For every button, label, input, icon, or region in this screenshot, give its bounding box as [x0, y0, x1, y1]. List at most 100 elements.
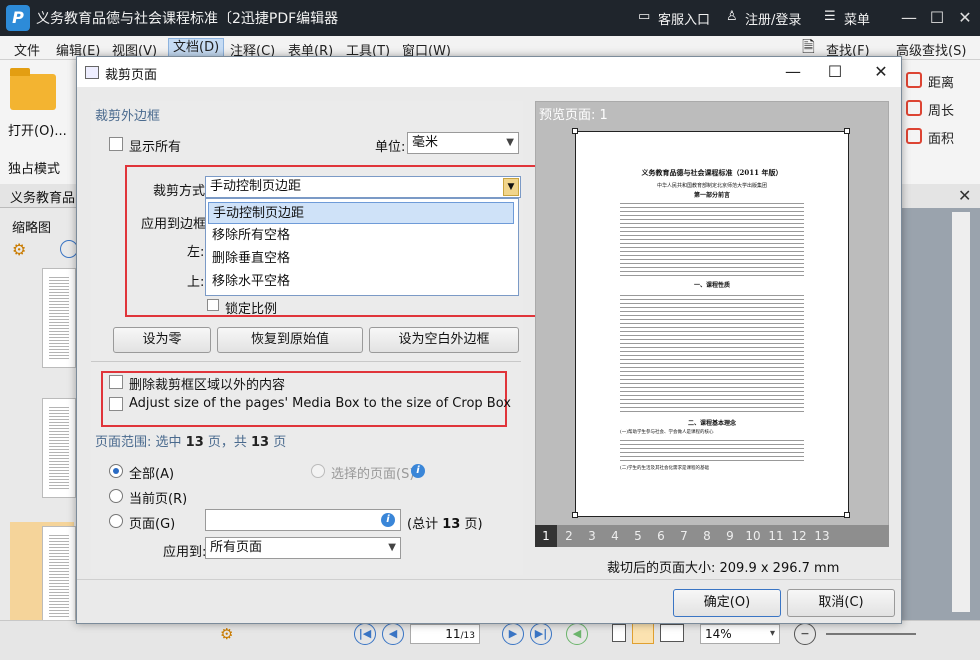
open-folder-icon[interactable] [10, 68, 56, 110]
delete-outside-checkbox[interactable] [109, 375, 123, 389]
adjust-media-box-checkbox[interactable] [109, 397, 123, 411]
all-pages-radio[interactable] [109, 464, 123, 478]
show-all-checkbox[interactable] [109, 137, 123, 151]
page-number-item[interactable]: 3 [581, 525, 603, 547]
maximize-icon[interactable]: ☐ [924, 6, 950, 30]
minimize-icon[interactable]: — [896, 6, 922, 30]
crop-handle[interactable] [844, 512, 850, 518]
menu-icon[interactable]: ☰ [824, 9, 836, 24]
document-tab[interactable]: 义务教育品德 [0, 184, 76, 225]
page-number-item[interactable]: 6 [650, 525, 672, 547]
current-page-radio[interactable] [109, 489, 123, 503]
perimeter-icon[interactable] [906, 100, 922, 116]
option-remove-horizontal-whitespace[interactable]: 移除水平空格 [208, 271, 514, 293]
advanced-find-button[interactable]: 高级查找(S) [896, 40, 966, 59]
lock-ratio-checkbox[interactable] [207, 299, 219, 311]
area-icon[interactable] [906, 128, 922, 144]
two-page-icon[interactable] [660, 624, 684, 642]
info-icon[interactable]: i [411, 464, 425, 478]
zoom-out-icon[interactable]: − [794, 623, 816, 645]
page-number-item[interactable]: 12 [788, 525, 810, 547]
back-icon[interactable]: ◀ [566, 623, 588, 645]
distance-button[interactable]: 距离 [928, 72, 954, 91]
apply-to-border-label: 应用到边框 [141, 217, 207, 232]
unit-select[interactable]: 毫米 ▼ [407, 132, 519, 154]
preview-text-block [620, 200, 804, 276]
dropdown-arrow-icon[interactable]: ▼ [503, 178, 519, 196]
option-remove-all-whitespace[interactable]: 移除所有空格 [208, 225, 514, 247]
preview-text-block [620, 292, 804, 412]
option-remove-vertical-whitespace[interactable]: 删除垂直空格 [208, 248, 514, 270]
zoom-select[interactable]: 14% ▾ [700, 624, 780, 644]
crop-method-select[interactable]: 手动控制页边距 ▼ [205, 176, 521, 198]
crop-margins-heading: 裁剪外边框 [95, 109, 161, 124]
menu-file[interactable]: 文件 [14, 40, 40, 59]
show-all-label: 显示所有 [129, 140, 182, 155]
page-number-item[interactable]: 8 [696, 525, 718, 547]
menu-document[interactable]: 文档(D) [168, 38, 225, 58]
login-button[interactable]: 注册/登录 [745, 9, 801, 28]
settings-icon[interactable]: ⚙ [220, 625, 233, 643]
crop-handle[interactable] [572, 128, 578, 134]
first-page-icon[interactable]: |◀ [354, 623, 376, 645]
restore-original-button[interactable]: 恢复到原始值 [217, 327, 363, 353]
next-page-icon[interactable]: ▶ [502, 623, 524, 645]
vertical-scrollbar[interactable] [952, 212, 970, 612]
user-icon[interactable]: ♙ [726, 9, 738, 24]
pages-input[interactable] [205, 509, 401, 531]
menu-button[interactable]: 菜单 [844, 9, 870, 28]
page-number-item[interactable]: 9 [719, 525, 741, 547]
service-button[interactable]: 客服入口 [658, 9, 710, 28]
pages-info-icon[interactable]: i [381, 513, 395, 527]
page-number-item[interactable]: 10 [742, 525, 764, 547]
apply-to-select[interactable]: 所有页面 ▼ [205, 537, 401, 559]
page-number-item[interactable]: 7 [673, 525, 695, 547]
thumbnail-page[interactable] [42, 268, 76, 368]
last-page-icon[interactable]: ▶| [530, 623, 552, 645]
close-icon[interactable]: ✕ [952, 6, 978, 30]
perimeter-button[interactable]: 周长 [928, 100, 954, 119]
set-zero-button[interactable]: 设为零 [113, 327, 211, 353]
ok-button[interactable]: 确定(O) [673, 589, 781, 617]
page-number-item[interactable]: 4 [604, 525, 626, 547]
set-blank-margins-button[interactable]: 设为空白外边框 [369, 327, 519, 353]
area-button[interactable]: 面积 [928, 128, 954, 147]
option-manual-margins[interactable]: 手动控制页边距 [208, 202, 514, 224]
open-button[interactable]: 打开(O)... [8, 120, 67, 139]
crop-handle[interactable] [572, 512, 578, 518]
dialog-minimize-icon[interactable]: — [781, 61, 805, 83]
gear-icon[interactable]: ⚙ [12, 240, 26, 259]
page-number-item[interactable]: 11 [765, 525, 787, 547]
preview-text-block [620, 437, 804, 461]
preview-doc-subtitle: 中华人民共和国教育部制定北京师范大学出版集团 [656, 183, 767, 189]
adjust-media-box-label: Adjust size of the pages' Media Box to t… [129, 396, 511, 411]
single-page-icon[interactable] [612, 624, 626, 642]
distance-icon[interactable] [906, 72, 922, 88]
page-number-item[interactable]: 5 [627, 525, 649, 547]
previous-page-icon[interactable]: ◀ [382, 623, 404, 645]
preview-doc-idea-item2: (二)学生的生活及其社会化需求是课程的基础 [620, 466, 710, 471]
pages-label: 页面(G) [129, 517, 176, 532]
chat-icon[interactable]: ▭ [638, 9, 650, 24]
app-title: 义务教育品德与社会课程标准〔2迅捷PDF编辑器 [36, 11, 339, 27]
preview-page[interactable]: 义务教育品德与社会课程标准（2011 年版） 中华人民共和国教育部制定北京师范大… [575, 131, 849, 517]
close-tab-icon[interactable]: ✕ [958, 186, 971, 205]
page-number-item[interactable]: 13 [811, 525, 833, 547]
dialog-close-icon[interactable]: ✕ [869, 61, 893, 83]
dialog-body: 裁剪外边框 显示所有 单位: 毫米 ▼ 裁剪方式 手动控制页边距 ▼ 应用到边框 … [77, 87, 901, 623]
divider [91, 361, 521, 362]
exclusive-mode-button[interactable]: 独占模式 [8, 158, 60, 177]
cancel-button[interactable]: 取消(C) [787, 589, 895, 617]
page-number-item[interactable]: 1 [535, 525, 557, 547]
delete-outside-label: 删除裁剪框区域以外的内容 [129, 378, 286, 393]
thumbnail-page[interactable] [42, 526, 76, 624]
page-number-input[interactable]: 11/13 [410, 624, 480, 644]
crop-handle[interactable] [844, 128, 850, 134]
preview-doc-part1: 第一部分前言 [693, 192, 730, 199]
dialog-maximize-icon[interactable]: ☐ [823, 61, 847, 83]
continuous-page-icon[interactable] [632, 622, 654, 644]
thumbnail-page[interactable] [42, 398, 76, 498]
zoom-slider[interactable] [826, 633, 916, 635]
page-number-item[interactable]: 2 [558, 525, 580, 547]
pages-radio[interactable] [109, 514, 123, 528]
